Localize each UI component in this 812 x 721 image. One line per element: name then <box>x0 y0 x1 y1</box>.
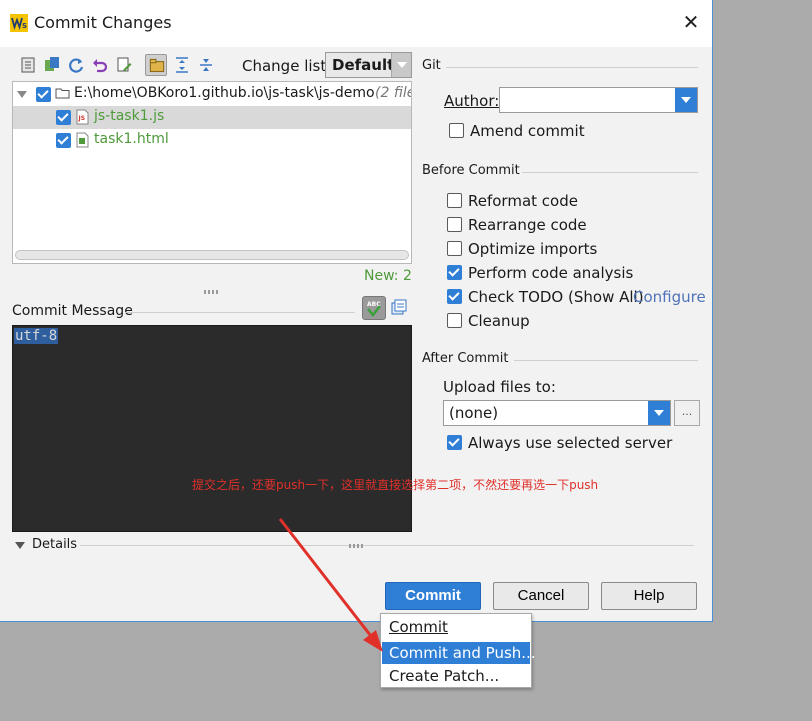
checkbox[interactable] <box>447 265 462 280</box>
commit-changes-dialog: S Commit Changes ✕ Change list: Default … <box>0 0 713 622</box>
divider <box>514 360 698 361</box>
refresh-icon[interactable] <box>65 54 87 76</box>
commit-message-history-icon[interactable] <box>388 296 412 320</box>
file-name: js-task1.js <box>94 108 165 124</box>
option-label: Always use selected server <box>468 434 673 452</box>
option-label: Reformat code <box>468 192 578 210</box>
spellcheck-icon[interactable]: ABC <box>362 296 386 320</box>
changelist-select[interactable]: Default <box>325 52 412 78</box>
browse-servers-button[interactable]: ... <box>674 400 700 426</box>
checkbox[interactable] <box>447 435 462 450</box>
option-label: Rearrange code <box>468 216 587 234</box>
chevron-down-icon[interactable] <box>675 88 697 112</box>
upload-server-select[interactable]: (none) <box>443 400 671 426</box>
chevron-down-icon[interactable] <box>648 401 670 425</box>
splitter-grip-icon[interactable] <box>349 544 365 548</box>
commit-message-text: utf-8 <box>14 328 59 344</box>
checkbox[interactable] <box>447 193 462 208</box>
file-name: task1.html <box>94 131 169 147</box>
option-label: Optimize imports <box>468 240 598 258</box>
commit-message-editor[interactable]: utf-8 <box>12 325 412 532</box>
option-label: Perform code analysis <box>468 264 634 282</box>
help-button[interactable]: Help <box>601 582 697 610</box>
divider <box>446 67 698 68</box>
new-files-count: New: 2 <box>364 268 412 284</box>
commit-options-popup: Commit Commit and Push... Create Patch..… <box>380 613 536 688</box>
folder-icon <box>55 86 70 104</box>
svg-text:JS: JS <box>78 115 86 122</box>
checkbox[interactable] <box>447 217 462 232</box>
checkbox[interactable] <box>447 313 462 328</box>
option-label: Cleanup <box>468 312 530 330</box>
configure-link[interactable]: Configure <box>633 288 706 306</box>
upload-files-label: Upload files to: <box>443 378 556 396</box>
tree-file-row[interactable]: task1.html <box>13 129 411 152</box>
commit-button[interactable]: Commit <box>385 582 481 610</box>
move-to-changelist-icon[interactable] <box>41 54 63 76</box>
checkbox[interactable] <box>447 289 462 304</box>
group-by-directory-icon[interactable] <box>145 54 167 76</box>
git-section-header: Git <box>422 58 441 73</box>
after-commit-header: After Commit <box>422 351 509 366</box>
splitter-grip-icon[interactable] <box>204 290 220 294</box>
changelist-value: Default <box>332 56 395 74</box>
commit-message-label: Commit Message <box>12 303 133 319</box>
author-label: Author: <box>444 92 500 110</box>
cancel-button[interactable]: Cancel <box>493 582 589 610</box>
root-file-count: (2 files) <box>375 85 411 101</box>
dialog-title: Commit Changes <box>34 13 172 32</box>
changelist-label: Change list: <box>242 57 332 75</box>
annotation-text: 提交之后，还要push一下，这里就直接选择第二项，不然还要再选一下push <box>192 478 599 492</box>
svg-text:S: S <box>22 22 27 30</box>
popup-item-commit[interactable]: Commit <box>382 616 530 638</box>
html-file-icon <box>76 132 89 152</box>
rollback-icon[interactable] <box>89 54 111 76</box>
details-label: Details <box>32 537 78 552</box>
divider <box>125 312 355 313</box>
author-input[interactable] <box>499 87 698 113</box>
title-bar: S Commit Changes ✕ <box>0 0 712 47</box>
upload-server-value: (none) <box>449 404 499 422</box>
amend-commit-label: Amend commit <box>470 122 585 140</box>
before-commit-header: Before Commit <box>422 163 520 178</box>
popup-item-create-patch[interactable]: Create Patch... <box>382 665 530 687</box>
collapse-all-icon[interactable] <box>195 54 217 76</box>
divider <box>522 172 698 173</box>
option-label: Check TODO (Show All) <box>468 288 644 306</box>
checkbox[interactable] <box>447 241 462 256</box>
divider <box>80 545 694 546</box>
edit-source-icon[interactable] <box>113 54 135 76</box>
close-icon[interactable]: ✕ <box>680 11 702 33</box>
root-path: E:\home\OBKoro1.github.io\js-task\js-dem… <box>74 85 375 101</box>
expand-arrow-icon[interactable] <box>15 542 25 549</box>
popup-item-commit-and-push[interactable]: Commit and Push... <box>382 642 536 664</box>
expand-arrow-icon[interactable] <box>17 91 27 98</box>
changed-files-tree: E:\home\OBKoro1.github.io\js-task\js-dem… <box>12 81 412 264</box>
file-checkbox[interactable] <box>56 110 71 125</box>
tree-root-row[interactable]: E:\home\OBKoro1.github.io\js-task\js-dem… <box>13 83 411 106</box>
root-checkbox[interactable] <box>36 87 51 102</box>
tree-file-row[interactable]: JS js-task1.js <box>13 106 411 129</box>
file-checkbox[interactable] <box>56 133 71 148</box>
webstorm-logo-icon: S <box>10 14 28 32</box>
js-file-icon: JS <box>76 109 89 129</box>
chevron-down-icon[interactable] <box>391 53 411 77</box>
checkbox[interactable] <box>449 123 464 138</box>
expand-all-icon[interactable] <box>171 54 193 76</box>
horizontal-scrollbar[interactable] <box>15 250 409 260</box>
diff-icon[interactable] <box>17 54 39 76</box>
